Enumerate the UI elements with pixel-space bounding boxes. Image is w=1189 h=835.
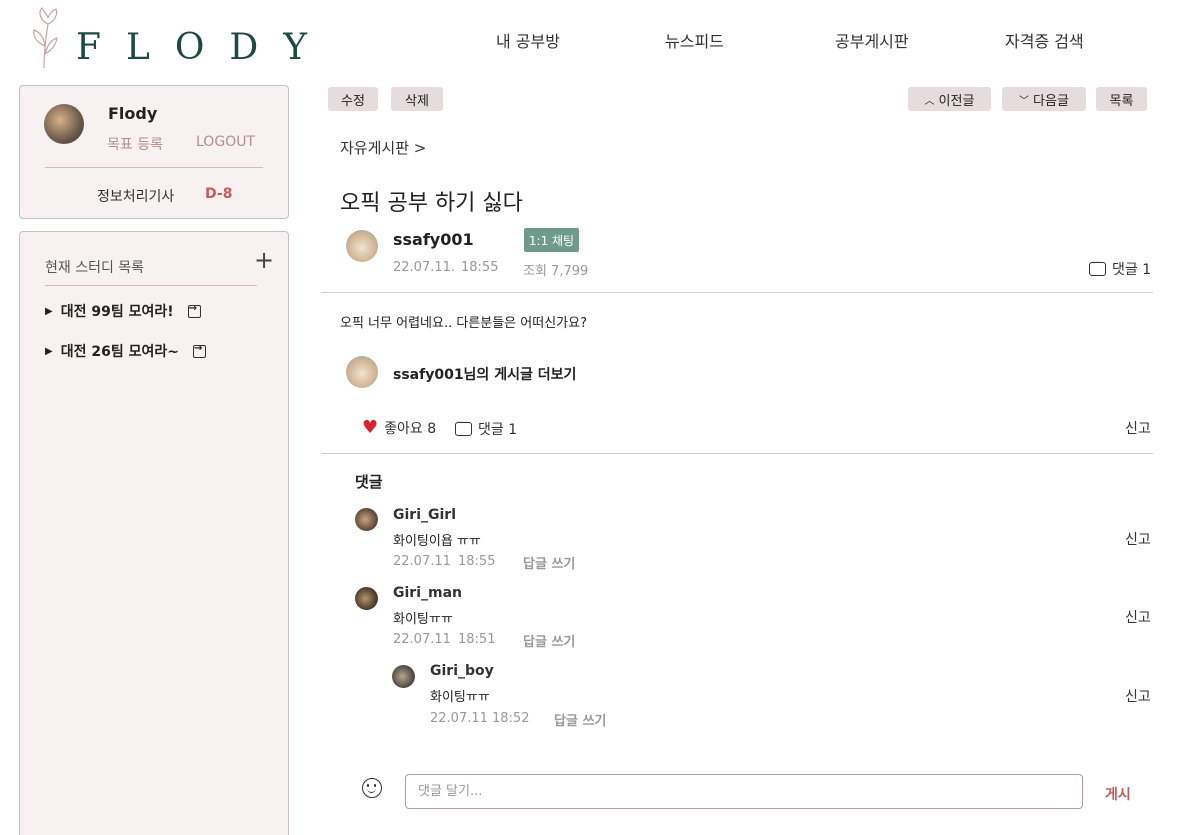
like-count: 좋아요 8: [384, 421, 437, 437]
dday-badge: D-8: [205, 186, 233, 202]
divider: [45, 285, 257, 286]
comment-count[interactable]: 댓글 1: [455, 418, 518, 439]
author-avatar[interactable]: [346, 230, 378, 262]
logo-text: FLODY: [76, 27, 333, 68]
breadcrumb[interactable]: 자유게시판 >: [340, 137, 426, 158]
comment-text: 화이팅이욥 ㅠㅠ: [393, 534, 481, 549]
report-button[interactable]: 신고: [1125, 418, 1151, 438]
nav-cert-search[interactable]: 자격증 검색: [1005, 28, 1084, 52]
study-list-panel: 현재 스터디 목록 + ▶ 대전 99팀 모여라! ▶ 대전 26팀 모여라~: [19, 231, 289, 835]
next-post-button[interactable]: ﹀ 다음글: [1002, 87, 1086, 111]
cert-name: 정보처리기사: [97, 189, 175, 205]
author-name[interactable]: ssafy001: [393, 230, 474, 249]
emoji-icon[interactable]: [362, 778, 382, 798]
profile-name: Flody: [108, 104, 158, 123]
comment-count-label: 댓글 1: [478, 422, 518, 438]
next-post-label: 다음글: [1033, 93, 1069, 109]
study-item-label: 대전 26팀 모여라~: [60, 344, 179, 360]
prev-post-button[interactable]: ︿ 이전글: [908, 87, 991, 111]
comment-time: 18:52: [492, 711, 530, 726]
logout-link[interactable]: LOGOUT: [196, 134, 255, 150]
post-title: 오픽 공부 하기 싫다: [340, 191, 523, 216]
nav-newsfeed[interactable]: 뉴스피드: [665, 28, 724, 52]
comment-date: 22.07.11: [393, 554, 451, 569]
reply-button[interactable]: 답글 쓰기: [554, 710, 606, 729]
post-time: 18:55: [461, 260, 499, 275]
submit-comment-button[interactable]: 게시: [1105, 784, 1131, 804]
comment-date: 22.07.11: [430, 711, 488, 726]
comment-author[interactable]: Giri_boy: [430, 663, 494, 679]
enter-icon[interactable]: [192, 343, 206, 358]
add-study-button[interactable]: +: [254, 248, 274, 272]
post-date: 22.07.11.: [393, 260, 456, 275]
triangle-right-icon: ▶: [45, 305, 53, 317]
goal-register-link[interactable]: 목표 등록: [107, 134, 163, 154]
divider: [321, 453, 1153, 454]
chevron-up-icon: ︿: [924, 95, 935, 107]
avatar[interactable]: [392, 665, 415, 688]
reply-button[interactable]: 답글 쓰기: [523, 553, 575, 572]
avatar[interactable]: [355, 508, 378, 531]
divider: [321, 292, 1153, 293]
nav-study-board[interactable]: 공부게시판: [835, 28, 909, 52]
avatar[interactable]: [355, 587, 378, 610]
triangle-right-icon: ▶: [45, 345, 53, 357]
list-button[interactable]: 목록: [1096, 87, 1147, 111]
tulip-icon: [33, 6, 58, 69]
comment-date: 22.07.11: [393, 632, 451, 647]
comment-author[interactable]: Giri_Girl: [393, 507, 456, 523]
heart-icon: ♥: [362, 417, 379, 438]
chevron-down-icon: ﹀: [1019, 95, 1030, 107]
divider: [45, 167, 263, 168]
study-list-title: 현재 스터디 목록: [45, 260, 145, 276]
delete-button[interactable]: 삭제: [391, 87, 443, 111]
report-button[interactable]: 신고: [1125, 686, 1151, 706]
report-button[interactable]: 신고: [1125, 607, 1151, 627]
comments-heading: 댓글: [355, 473, 383, 491]
avatar: [44, 104, 84, 144]
comment-time: 18:51: [458, 632, 496, 647]
view-count: 조회 7,799: [523, 264, 589, 279]
comment-icon: [455, 418, 472, 436]
author-avatar[interactable]: [346, 356, 378, 388]
chat-button[interactable]: 1:1 채팅: [524, 228, 579, 252]
comment-time: 18:55: [458, 554, 496, 569]
report-button[interactable]: 신고: [1125, 529, 1151, 549]
comment-count-label: 댓글 1: [1112, 262, 1152, 278]
profile-card: Flody 목표 등록 LOGOUT 정보처리기사 D-8: [19, 85, 289, 219]
edit-button[interactable]: 수정: [328, 87, 378, 111]
comment-input[interactable]: [405, 774, 1083, 809]
comment-icon: [1089, 258, 1106, 276]
comment-text: 화이팅ㅠㅠ: [430, 690, 490, 705]
comment-text: 화이팅ㅠㅠ: [393, 612, 453, 627]
like-button[interactable]: ♥ 좋아요 8: [362, 418, 436, 438]
more-posts-link[interactable]: ssafy001님의 게시글 더보기: [393, 364, 576, 384]
comment-count[interactable]: 댓글 1: [1089, 258, 1152, 279]
nav-my-study-room[interactable]: 내 공부방: [496, 28, 560, 52]
study-item-label: 대전 99팀 모여라!: [60, 304, 174, 320]
study-item[interactable]: ▶ 대전 99팀 모여라!: [45, 301, 201, 321]
reply-button[interactable]: 답글 쓰기: [523, 631, 575, 650]
comment-author[interactable]: Giri_man: [393, 585, 462, 601]
post-content: 오픽 너무 어렵네요.. 다른분들은 어떠신가요?: [340, 316, 587, 331]
enter-icon[interactable]: [187, 303, 201, 318]
prev-post-label: 이전글: [938, 93, 975, 109]
study-item[interactable]: ▶ 대전 26팀 모여라~: [45, 341, 206, 361]
